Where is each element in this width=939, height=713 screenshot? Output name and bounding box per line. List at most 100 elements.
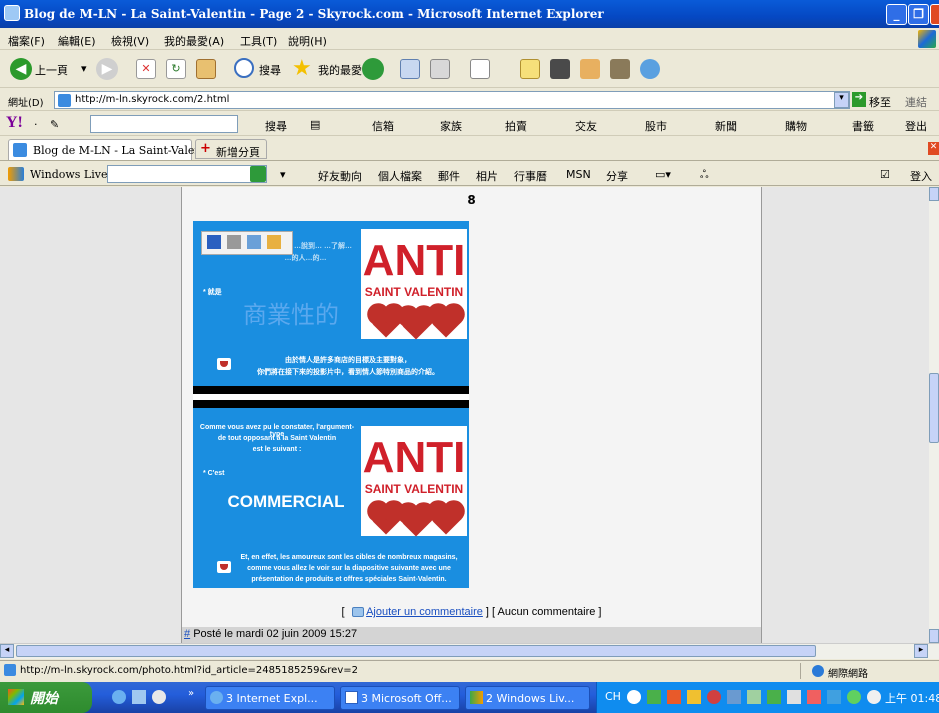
scroll-left-icon[interactable]: ◂ [0,644,14,658]
address-dropdown-icon[interactable]: ▾ [834,92,849,108]
quicklaunch-more-icon[interactable]: » [188,688,194,699]
live-search-dropdown-icon[interactable]: ▾ [280,168,286,181]
yahoo-menu-icon[interactable]: · [34,118,38,131]
menu-tools[interactable]: 工具(T) [240,33,277,49]
permalink-hash[interactable]: # [184,628,190,640]
tray-security-icon[interactable] [707,690,721,704]
tray-shield-icon[interactable] [687,690,701,704]
close-button[interactable] [930,4,939,25]
horizontal-scrollbar[interactable]: ◂ ▸ [0,643,939,659]
yahoo-search-button[interactable]: 搜尋 [265,118,287,134]
new-tab-button[interactable]: + 新增分頁 [195,139,267,159]
task-microsoft-office[interactable]: 3 Microsoft Off... [340,686,460,710]
live-photos[interactable]: 相片 [476,168,498,184]
tray-people-icon[interactable] [747,690,761,704]
tray-network-icon[interactable] [647,690,661,704]
yahoo-logo-icon[interactable]: Y! [6,114,23,132]
save-icon[interactable] [207,235,221,249]
address-input[interactable]: http://m-ln.skyrock.com/2.html [54,91,850,109]
live-people-icon[interactable]: ஃ [700,168,709,183]
menu-edit[interactable]: 編輯(E) [58,33,96,49]
go-label[interactable]: 移至 [869,94,891,110]
print-icon[interactable] [227,235,241,249]
live-friends[interactable]: 好友動向 [318,168,362,184]
maximize-button[interactable]: ❐ [908,4,929,25]
yahoo-pen-icon[interactable]: ✎ [50,118,59,131]
go-arrow-icon[interactable]: ➔ [852,92,866,107]
yahoo-mail[interactable]: 信箱 [372,118,394,134]
forward-arrow-icon[interactable]: ▶ [96,58,118,80]
live-page-icon[interactable]: ▭▾ [655,168,671,181]
live-search-icon[interactable] [250,166,266,182]
email-icon[interactable] [247,235,261,249]
folder-icon[interactable] [267,235,281,249]
live-share[interactable]: 分享 [606,168,628,184]
favorites-label[interactable]: 我的最愛 [318,62,362,78]
yahoo-bookmarks[interactable]: 書籤 [852,118,874,134]
yahoo-shopping[interactable]: 購物 [785,118,807,134]
input-language[interactable]: CH [605,690,621,703]
print-icon[interactable] [430,59,450,79]
folder-icon[interactable] [520,59,540,79]
back-dropdown-icon[interactable]: ▾ [81,62,87,75]
favorites-star-icon[interactable]: ★ [292,56,312,81]
messenger-icon[interactable] [640,59,660,79]
close-tab-icon[interactable]: ✕ [928,142,939,155]
tray-volume-icon[interactable] [767,690,781,704]
menu-view[interactable]: 檢視(V) [111,33,149,49]
k-app-icon[interactable] [550,59,570,79]
live-msn[interactable]: MSN [566,168,591,181]
stop-icon[interactable]: ✕ [136,59,156,79]
tray-status-icon[interactable] [847,690,861,704]
quicklaunch-desktop-icon[interactable] [132,690,146,704]
start-button[interactable]: 開始 [0,682,92,713]
tab-active[interactable]: Blog de M-LN - La Saint-Valenti... [8,139,220,160]
live-checkbox-icon[interactable]: ☑ [880,168,890,181]
yahoo-stocks[interactable]: 股市 [645,118,667,134]
pen-icon[interactable] [580,59,600,79]
scroll-right-icon[interactable]: ▸ [914,644,928,658]
quicklaunch-media-icon[interactable] [152,690,166,704]
slide-image-1[interactable]: …說到… …了解… …的人…的… * 就是 商業性的 ANTI SAINT VA… [193,221,469,386]
home-icon[interactable] [196,59,216,79]
yahoo-auction[interactable]: 拍賣 [505,118,527,134]
yahoo-groups[interactable]: 家族 [440,118,462,134]
search-label[interactable]: 搜尋 [259,62,281,78]
tray-update-icon[interactable] [807,690,821,704]
live-mail[interactable]: 郵件 [438,168,460,184]
tray-help-icon[interactable] [627,690,641,704]
tray-sync-icon[interactable] [827,690,841,704]
task-internet-explorer[interactable]: 3 Internet Expl... [205,686,335,710]
scroll-up-icon[interactable] [929,187,939,201]
back-arrow-icon[interactable]: ◀ [10,58,32,80]
live-calendar[interactable]: 行事曆 [514,168,547,184]
tray-clock-icon[interactable] [867,690,881,704]
yahoo-search-input[interactable] [90,115,238,133]
media-icon[interactable] [362,58,384,80]
menu-favorites[interactable]: 我的最愛(A) [164,33,224,49]
tray-app-icon[interactable] [667,690,681,704]
live-signin[interactable]: 登入 [910,168,932,184]
add-comment-link[interactable]: Ajouter un commentaire [366,606,483,618]
tray-messenger-icon[interactable] [727,690,741,704]
minimize-button[interactable]: _ [886,4,907,25]
edit-icon[interactable] [470,59,490,79]
yahoo-news[interactable]: 新聞 [715,118,737,134]
yahoo-signout[interactable]: 登出 [905,118,927,134]
tray-display-icon[interactable] [787,690,801,704]
refresh-icon[interactable]: ↻ [166,59,186,79]
slide-image-2[interactable]: Comme vous avez pu le constater, l'argum… [193,408,469,588]
scroll-down-icon[interactable] [929,629,939,643]
history-icon[interactable] [400,59,420,79]
tool-icon[interactable] [610,59,630,79]
back-label[interactable]: 上一頁 [35,62,68,78]
live-search-input[interactable] [107,165,267,183]
h-scroll-thumb[interactable] [16,645,816,657]
scroll-thumb[interactable] [929,373,939,443]
yahoo-dating[interactable]: 交友 [575,118,597,134]
yahoo-toolbar-menu-icon[interactable]: ▤ [310,118,320,131]
menu-help[interactable]: 說明(H) [288,33,327,49]
search-icon[interactable] [234,58,254,78]
task-windows-live[interactable]: 2 Windows Liv... [465,686,590,710]
vertical-scrollbar[interactable] [929,187,939,643]
